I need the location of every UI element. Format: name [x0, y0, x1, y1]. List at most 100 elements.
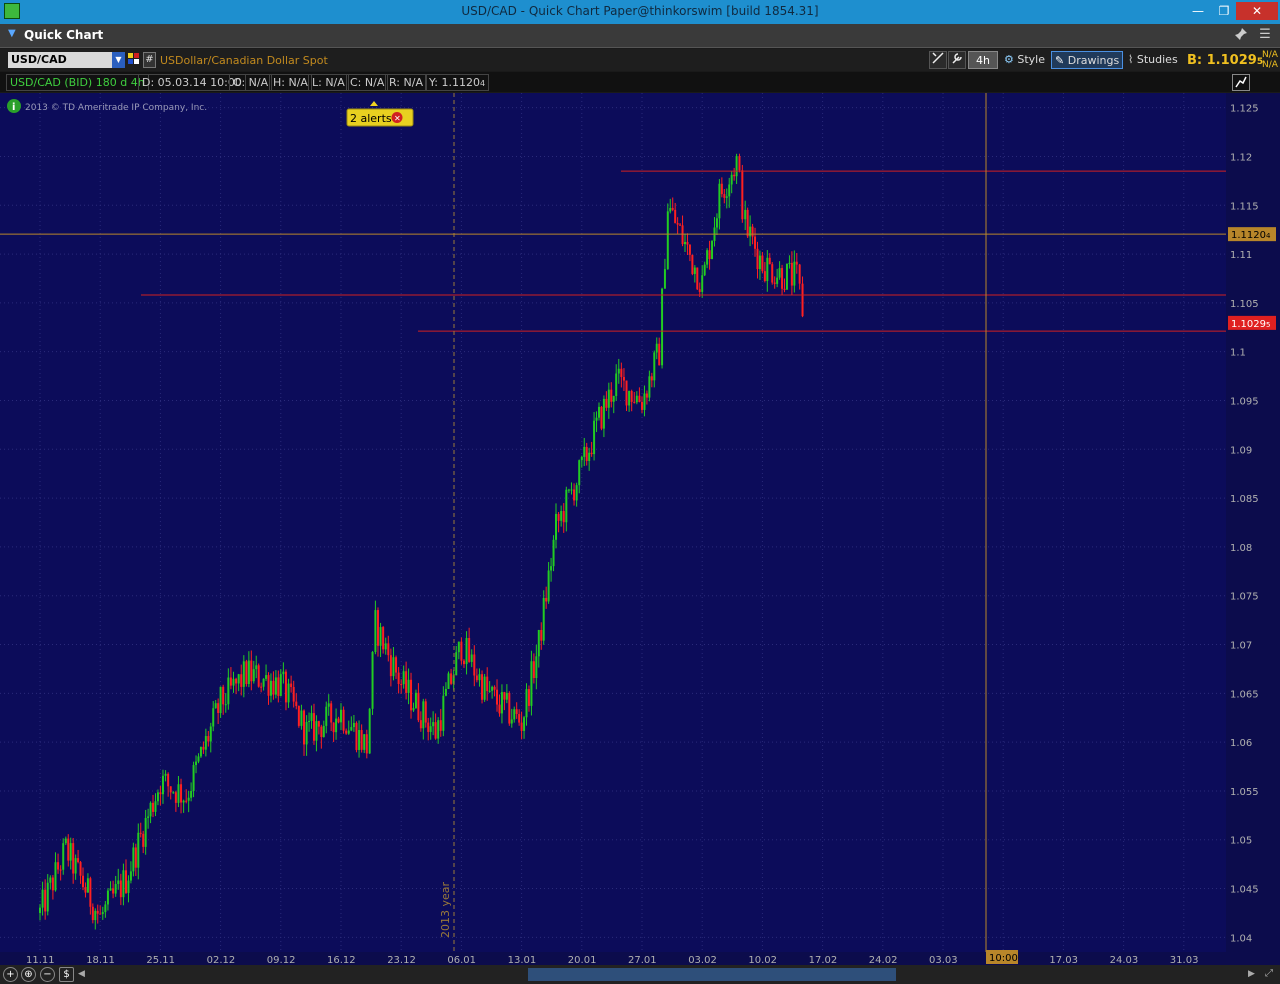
- candle-body: [57, 862, 60, 870]
- candle-body: [197, 756, 200, 762]
- candle-body: [450, 673, 453, 684]
- candle-body: [139, 832, 142, 834]
- cursor-price-flag: 1.11204: [1228, 227, 1276, 242]
- candle-body: [49, 877, 52, 883]
- copyright-text: 2013 © TD Ameritrade IP Company, Inc.: [25, 103, 207, 113]
- candle-body: [297, 705, 300, 726]
- candle-body: [156, 792, 159, 802]
- candle-body: [771, 264, 774, 283]
- candle-body: [715, 218, 718, 228]
- candle-body: [641, 402, 643, 410]
- candle-body: [520, 722, 523, 731]
- candle-body: [250, 660, 253, 682]
- menu-icon[interactable]: ☰: [1256, 27, 1274, 45]
- candle-body: [112, 888, 115, 894]
- candle-body: [741, 170, 744, 220]
- candle-body: [605, 398, 608, 408]
- candle-body: [144, 817, 147, 847]
- y-tick-label: 1.115: [1230, 201, 1259, 212]
- pencil-icon: ✎: [1055, 54, 1065, 67]
- candle-body: [207, 736, 210, 742]
- period-selector[interactable]: 4h: [968, 51, 998, 69]
- style-button[interactable]: ⚙ Style: [1004, 51, 1050, 69]
- candle-body: [54, 862, 57, 891]
- candle-body: [104, 904, 107, 913]
- info-symbol: USD/CAD (BID) 180 d 4h: [6, 74, 149, 91]
- drawings-button[interactable]: ✎ Drawings: [1051, 51, 1123, 69]
- pin-icon[interactable]: [1232, 27, 1250, 45]
- info-close: C: N/A: [346, 74, 389, 91]
- collapse-icon[interactable]: ▼: [8, 28, 16, 39]
- maximize-button[interactable]: ❐: [1212, 2, 1236, 20]
- x-tick-label: 03.03: [929, 955, 958, 965]
- candle-body: [374, 610, 377, 653]
- candle-body: [122, 870, 125, 898]
- candle-body: [496, 689, 499, 705]
- candle-body: [308, 720, 311, 722]
- zoom-in-icon[interactable]: ⊕: [21, 967, 36, 982]
- scroll-left-icon[interactable]: ◀: [78, 969, 85, 979]
- candle-body: [99, 913, 102, 915]
- candle-body: [389, 655, 392, 677]
- candle-body: [655, 343, 658, 353]
- candle-body: [74, 858, 77, 874]
- candle-body: [590, 452, 593, 455]
- candle-body: [578, 460, 581, 486]
- candle-body: [744, 209, 747, 220]
- candle-body: [756, 248, 759, 270]
- candle-body: [46, 882, 49, 912]
- y-tick-label: 1.125: [1230, 104, 1259, 115]
- candle-body: [530, 661, 533, 706]
- studies-button[interactable]: ⌇ Studies: [1128, 51, 1184, 69]
- y-tick-label: 1.11: [1230, 250, 1252, 261]
- candle-body: [172, 792, 175, 794]
- candle-body: [119, 880, 122, 898]
- expand-icon[interactable]: ⤢: [1262, 968, 1276, 981]
- close-button[interactable]: ✕: [1236, 2, 1278, 20]
- wrench-icon[interactable]: [948, 51, 966, 69]
- candle-body: [585, 446, 588, 461]
- candle-body: [620, 368, 623, 378]
- y-tick-label: 1.045: [1230, 885, 1259, 896]
- candle-body: [570, 489, 573, 491]
- price-chart[interactable]: 1.04 1.045 1.05 1.055 1.06 1.065 1.07 1.075 1.08…: [0, 93, 1280, 965]
- candle-body: [41, 889, 44, 908]
- scroll-right-icon[interactable]: ▶: [1248, 969, 1255, 979]
- candle-body: [723, 194, 726, 198]
- scroll-thumb[interactable]: [528, 968, 896, 981]
- candle-body: [470, 654, 473, 662]
- symbol-input[interactable]: USD/CAD: [8, 52, 112, 68]
- zoom-out-icon[interactable]: −: [40, 967, 55, 982]
- hash-icon[interactable]: #: [143, 52, 156, 68]
- candle-body: [180, 784, 183, 803]
- candle-body: [376, 610, 379, 646]
- candle-body: [698, 289, 701, 292]
- candle-body: [182, 800, 185, 803]
- candle-body: [245, 661, 248, 684]
- candle-body: [204, 736, 207, 750]
- crosshair-zoom-icon[interactable]: +: [3, 967, 18, 982]
- y-tick-label: 1.105: [1230, 299, 1259, 310]
- chart-style-icon[interactable]: [1232, 74, 1250, 91]
- drawing-tool-icon[interactable]: [929, 51, 947, 69]
- candle-body: [602, 398, 605, 429]
- candle-body: [407, 679, 410, 693]
- link-color-icon[interactable]: [128, 53, 139, 67]
- y-tick-label: 1.085: [1230, 494, 1259, 505]
- candle-body: [360, 730, 363, 750]
- dollar-icon[interactable]: $: [59, 967, 74, 982]
- x-tick-label: 25.11: [146, 955, 175, 965]
- candle-body: [583, 446, 586, 457]
- candle-body: [562, 510, 565, 523]
- candle-body: [437, 720, 440, 739]
- candle-body: [417, 692, 420, 721]
- minimize-button[interactable]: —: [1184, 2, 1212, 20]
- candle-body: [303, 710, 306, 745]
- symbol-dropdown-icon[interactable]: ▼: [112, 52, 125, 68]
- candle-body: [154, 801, 157, 812]
- candle-body: [661, 288, 664, 366]
- candle-body: [749, 226, 752, 237]
- candle-body: [39, 907, 41, 913]
- candle-body: [580, 456, 583, 461]
- candle-body: [327, 703, 330, 707]
